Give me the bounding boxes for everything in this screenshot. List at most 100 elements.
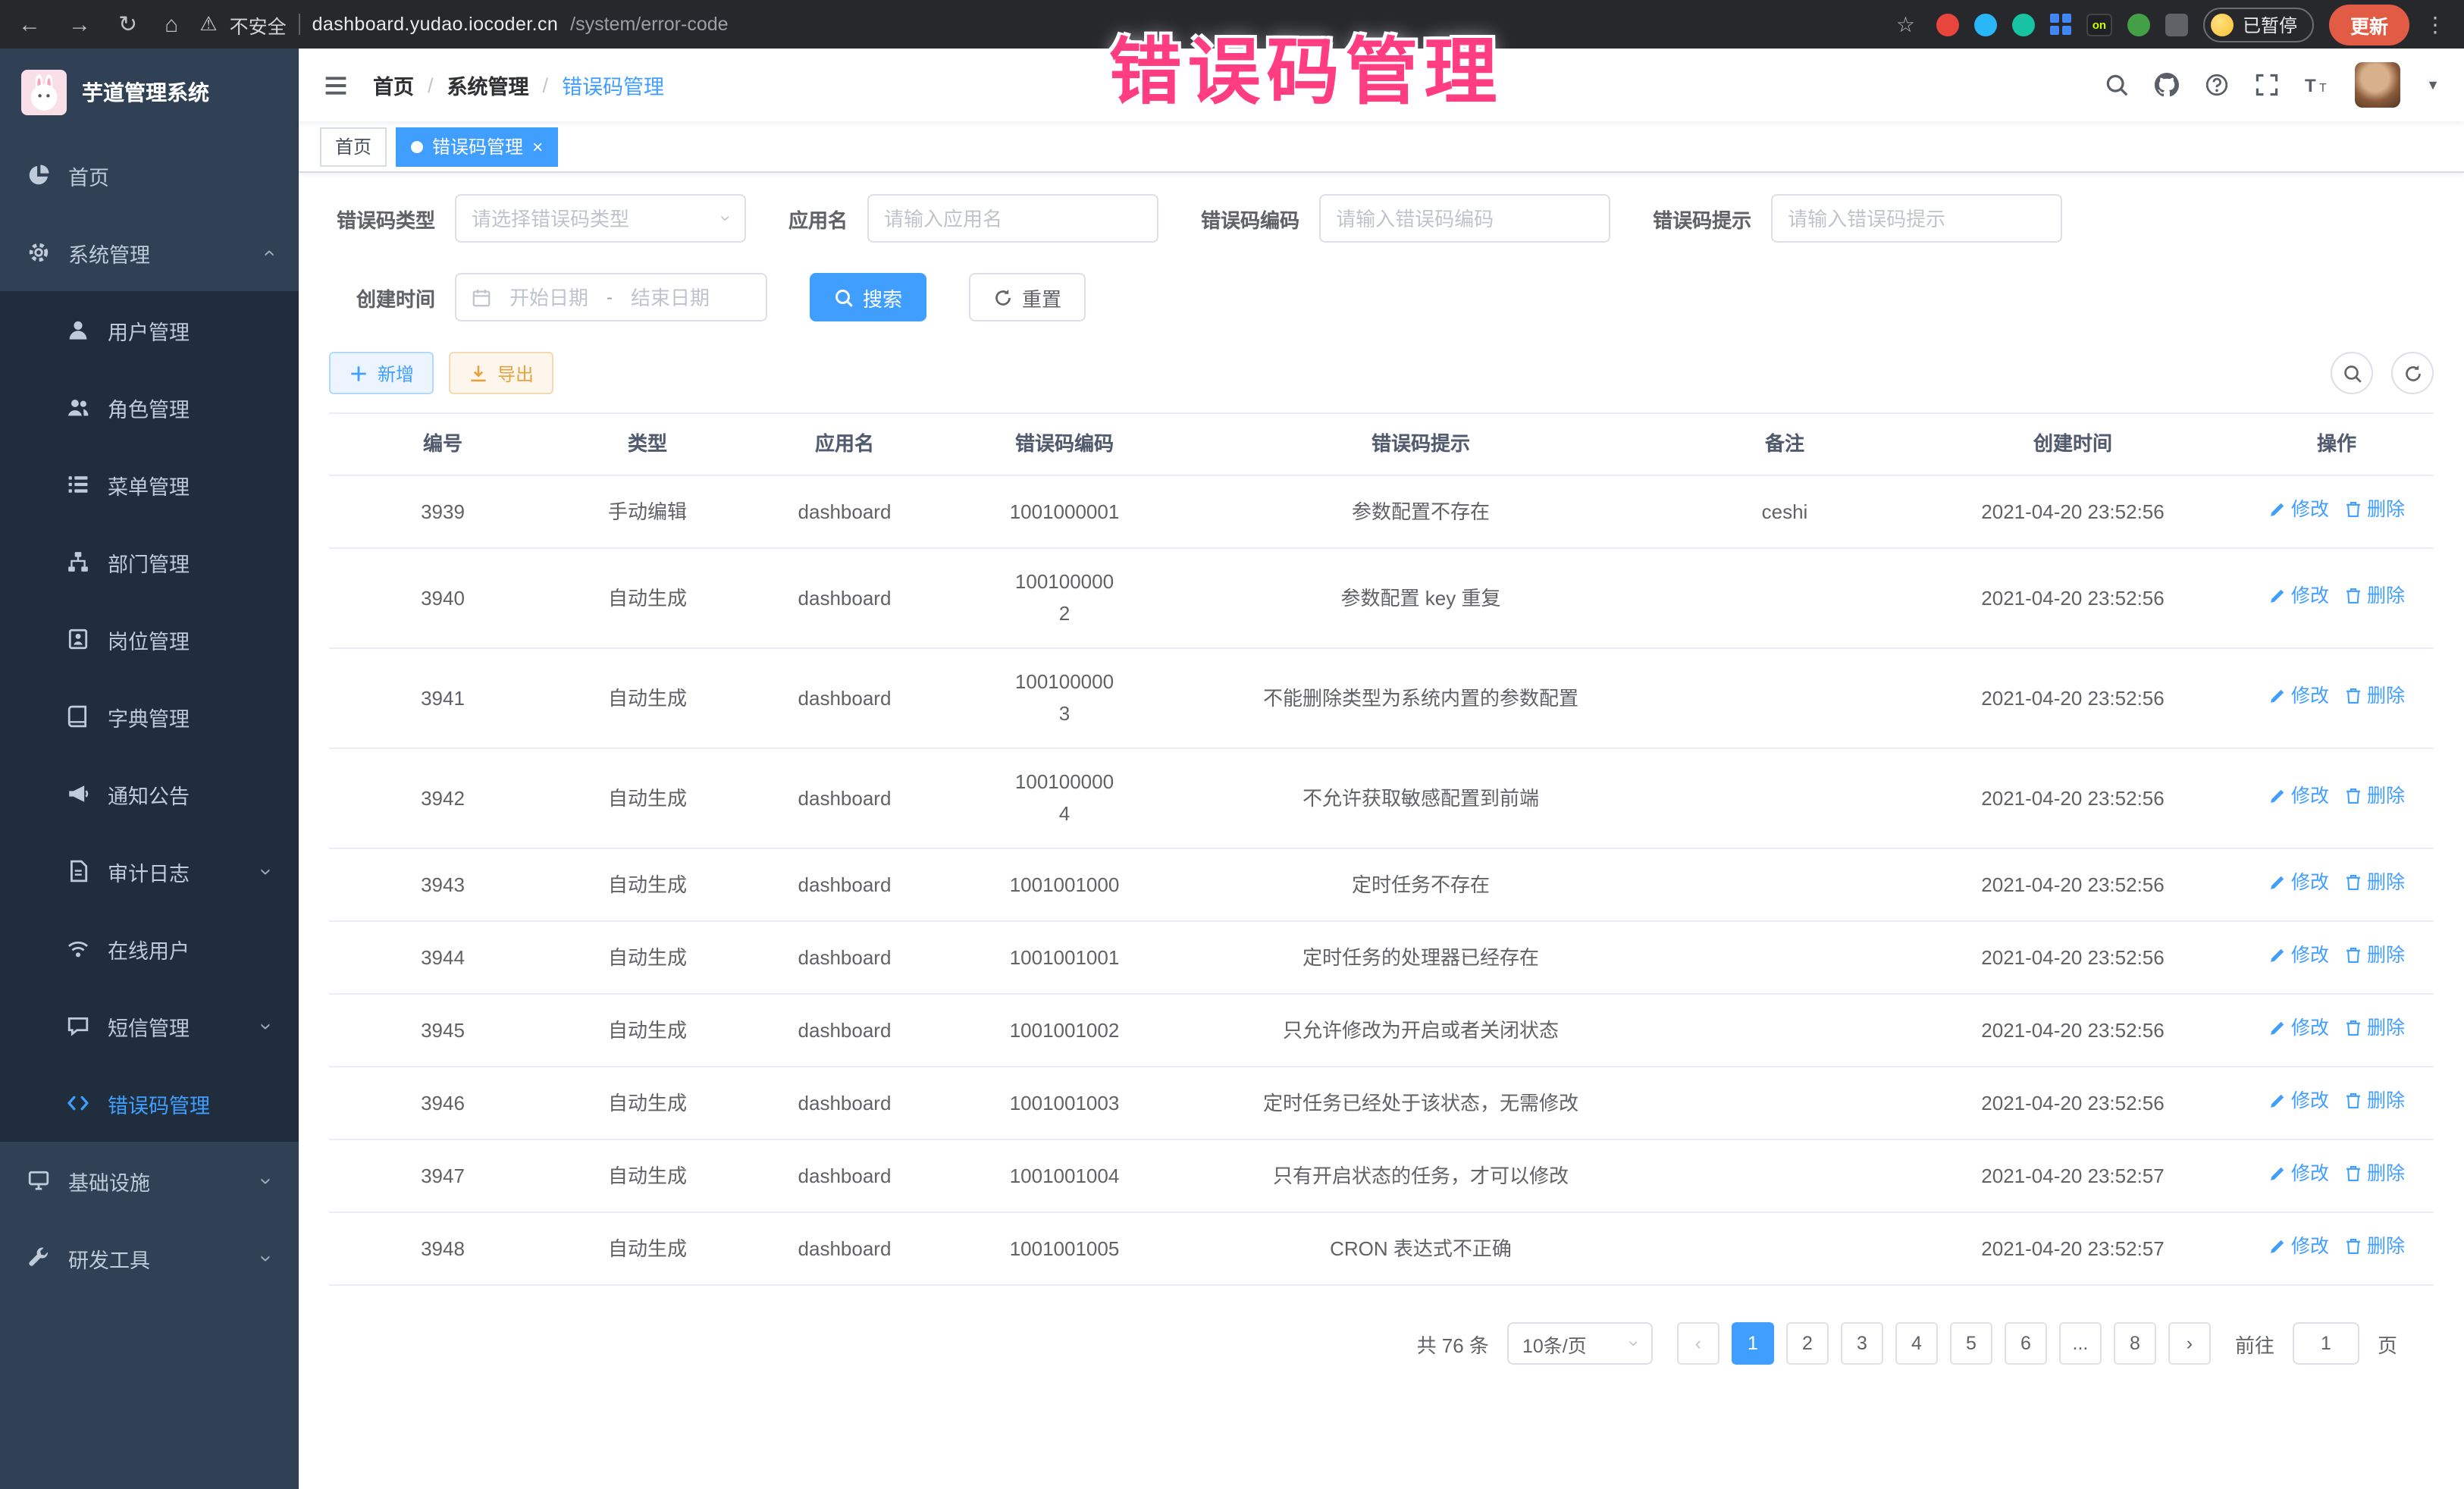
edit-link[interactable]: 修改 xyxy=(2268,1014,2329,1043)
extension-icon[interactable] xyxy=(1936,13,1959,36)
edit-link[interactable]: 修改 xyxy=(2268,1233,2329,1262)
sidebar-item-label: 部门管理 xyxy=(108,547,190,577)
error-msg-field[interactable] xyxy=(1771,194,2062,243)
page-button-5[interactable]: 5 xyxy=(1950,1322,1992,1365)
edit-link[interactable]: 修改 xyxy=(2268,1160,2329,1189)
font-size-icon[interactable]: TT xyxy=(2305,73,2329,97)
github-icon[interactable] xyxy=(2155,73,2179,97)
delete-link[interactable]: 删除 xyxy=(2344,869,2405,898)
extension-icon[interactable] xyxy=(1974,13,1997,36)
delete-link[interactable]: 删除 xyxy=(2344,1014,2405,1043)
delete-link[interactable]: 删除 xyxy=(2344,496,2405,525)
breadcrumb-home[interactable]: 首页 xyxy=(373,70,414,100)
cell-code: 1001000001 xyxy=(951,497,1178,527)
address-bar[interactable]: ⚠ 不安全 dashboard.yudao.iocoder.cn/system/… xyxy=(199,10,1915,39)
header-search-icon[interactable] xyxy=(2105,73,2129,97)
sidebar-item-errcode[interactable]: 错误码管理 xyxy=(0,1064,299,1142)
toggle-search-button[interactable] xyxy=(2331,352,2373,394)
table-row: 3947自动生成dashboard1001001004只有开启状态的任务，才可以… xyxy=(329,1140,2434,1213)
browser-update-button[interactable]: 更新 xyxy=(2329,4,2409,45)
tab-error-code[interactable]: 错误码管理 × xyxy=(396,127,558,166)
user-avatar[interactable] xyxy=(2355,62,2400,108)
edit-link[interactable]: 修改 xyxy=(2268,942,2329,970)
delete-link[interactable]: 删除 xyxy=(2344,1087,2405,1116)
extension-icon[interactable] xyxy=(2127,13,2150,36)
error-code-field[interactable] xyxy=(1319,194,1610,243)
sidebar-item-dict[interactable]: 字典管理 xyxy=(0,678,299,755)
help-icon[interactable] xyxy=(2205,73,2229,97)
page-ellipsis-button[interactable]: ... xyxy=(2059,1322,2102,1365)
bookmark-star-icon[interactable]: ☆ xyxy=(1896,11,1915,37)
sidebar-item-audit[interactable]: 审计日志› xyxy=(0,832,299,910)
sidebar-item-infra[interactable]: 基础设施› xyxy=(0,1142,299,1219)
error-type-select[interactable]: › xyxy=(455,194,746,243)
sidebar-item-dept[interactable]: 部门管理 xyxy=(0,523,299,600)
avatar-caret-down-icon[interactable]: ▼ xyxy=(2426,77,2440,92)
app-logo[interactable]: 芋道管理系统 xyxy=(0,49,299,136)
reset-button[interactable]: 重置 xyxy=(969,273,1086,321)
goto-page-input[interactable] xyxy=(2293,1322,2359,1365)
page-button-8[interactable]: 8 xyxy=(2114,1322,2156,1365)
app-name-input[interactable] xyxy=(884,207,1142,230)
page-button-2[interactable]: 2 xyxy=(1786,1322,1829,1365)
pencil-icon xyxy=(2268,947,2287,965)
browser-back-icon[interactable]: ← xyxy=(18,11,41,37)
page-button-1[interactable]: 1 xyxy=(1732,1322,1774,1365)
sidebar-item-notice[interactable]: 通知公告 xyxy=(0,755,299,832)
sidebar-item-system[interactable]: 系统管理› xyxy=(0,214,299,291)
profile-paused-pill[interactable]: 已暂停 xyxy=(2203,7,2314,42)
edit-link-label: 修改 xyxy=(2291,582,2329,611)
delete-link[interactable]: 删除 xyxy=(2344,1233,2405,1262)
sidebar-item-home[interactable]: 首页 xyxy=(0,136,299,214)
extension-on-badge[interactable]: on xyxy=(2086,13,2112,36)
pager-next-button[interactable]: › xyxy=(2168,1322,2211,1365)
sidebar-item-sms[interactable]: 短信管理› xyxy=(0,987,299,1064)
sidebar-item-role[interactable]: 角色管理 xyxy=(0,368,299,446)
edit-link[interactable]: 修改 xyxy=(2268,1087,2329,1116)
sidebar-item-online[interactable]: 在线用户 xyxy=(0,910,299,987)
start-date-input[interactable] xyxy=(500,286,597,309)
extensions-puzzle-icon[interactable] xyxy=(2165,13,2188,36)
delete-link[interactable]: 删除 xyxy=(2344,682,2405,711)
edit-link[interactable]: 修改 xyxy=(2268,496,2329,525)
delete-link[interactable]: 删除 xyxy=(2344,1160,2405,1189)
pager-prev-button[interactable]: ‹ xyxy=(1677,1322,1719,1365)
end-date-input[interactable] xyxy=(622,286,719,309)
delete-link[interactable]: 删除 xyxy=(2344,942,2405,970)
pagination-total: 共 76 条 xyxy=(1417,1329,1489,1358)
extension-grid-icon[interactable] xyxy=(2050,14,2071,35)
date-range-picker[interactable]: - xyxy=(455,273,767,321)
delete-link[interactable]: 删除 xyxy=(2344,782,2405,811)
error-code-input[interactable] xyxy=(1336,207,1594,230)
search-button[interactable]: 搜索 xyxy=(810,273,926,321)
hamburger-icon[interactable] xyxy=(323,72,349,98)
edit-link[interactable]: 修改 xyxy=(2268,869,2329,898)
page-button-6[interactable]: 6 xyxy=(2005,1322,2047,1365)
tab-close-icon[interactable]: × xyxy=(532,137,543,155)
sidebar-item-post[interactable]: 岗位管理 xyxy=(0,600,299,678)
sidebar-item-menu[interactable]: 菜单管理 xyxy=(0,446,299,523)
delete-link[interactable]: 删除 xyxy=(2344,582,2405,611)
add-button[interactable]: 新增 xyxy=(329,352,434,394)
app-name-field[interactable] xyxy=(867,194,1158,243)
sidebar-item-devtools[interactable]: 研发工具› xyxy=(0,1219,299,1296)
edit-link[interactable]: 修改 xyxy=(2268,682,2329,711)
page-size-select[interactable]: 10条/页 › xyxy=(1507,1322,1653,1365)
page-button-3[interactable]: 3 xyxy=(1841,1322,1883,1365)
error-type-select-input[interactable] xyxy=(472,207,714,230)
edit-link[interactable]: 修改 xyxy=(2268,582,2329,611)
page-button-4[interactable]: 4 xyxy=(1895,1322,1938,1365)
tab-home[interactable]: 首页 xyxy=(320,127,387,166)
browser-home-icon[interactable]: ⌂ xyxy=(165,11,178,37)
sidebar-item-user[interactable]: 用户管理 xyxy=(0,291,299,368)
browser-forward-icon[interactable]: → xyxy=(68,11,91,37)
browser-menu-icon[interactable]: ⋮ xyxy=(2425,11,2446,37)
browser-reload-icon[interactable]: ↻ xyxy=(118,11,137,38)
breadcrumb-system[interactable]: 系统管理 xyxy=(447,70,529,100)
error-msg-input[interactable] xyxy=(1788,207,2045,230)
extension-icon[interactable] xyxy=(2012,13,2035,36)
fullscreen-icon[interactable] xyxy=(2255,73,2279,97)
edit-link[interactable]: 修改 xyxy=(2268,782,2329,811)
export-button[interactable]: 导出 xyxy=(449,352,553,394)
refresh-table-button[interactable] xyxy=(2391,352,2434,394)
